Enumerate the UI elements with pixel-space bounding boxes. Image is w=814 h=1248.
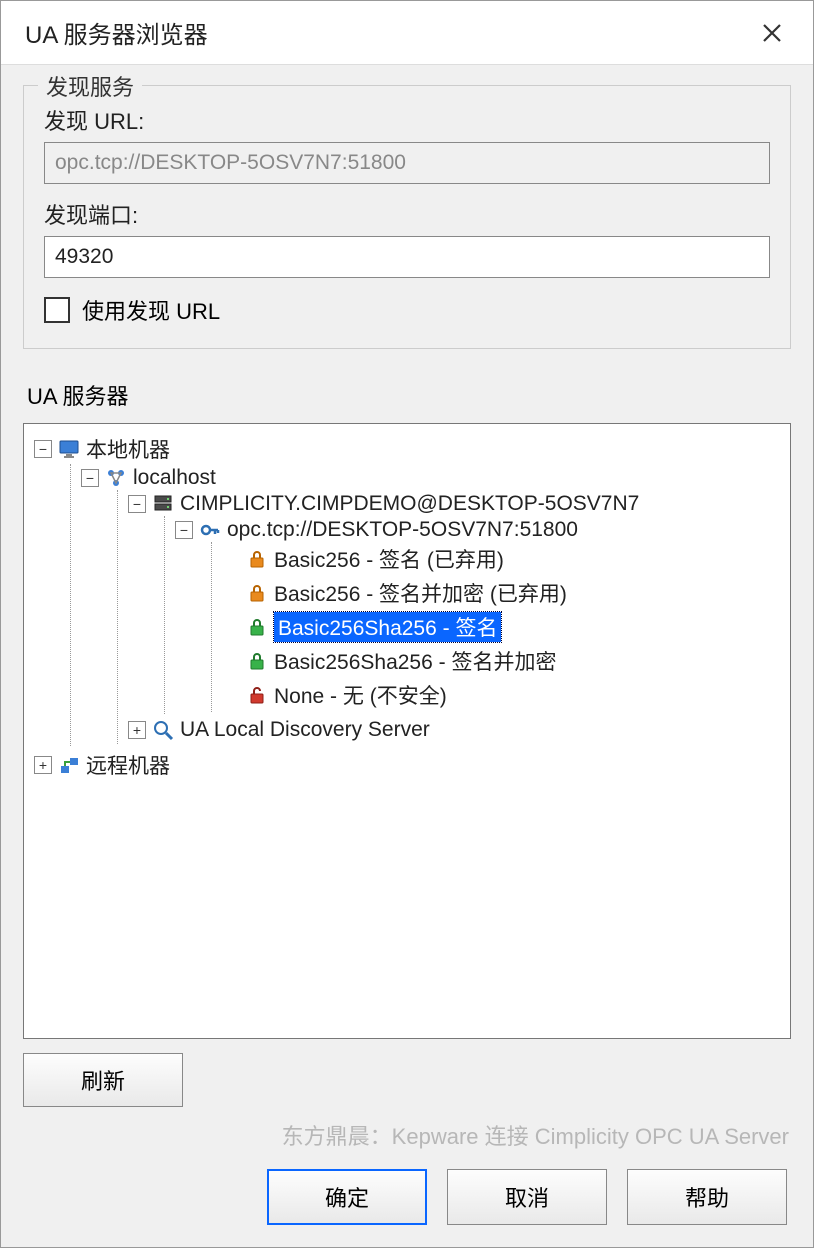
discovery-port-input[interactable] [44, 236, 770, 278]
tree-node-policy[interactable]: None - 无 (不安全) [222, 680, 780, 710]
use-discovery-url-label: 使用发现 URL [82, 294, 220, 326]
help-button[interactable]: 帮助 [627, 1169, 787, 1225]
lock-green-icon [246, 650, 268, 672]
dialog-window: UA 服务器浏览器 发现服务 发现 URL: 发现端口: 使用发现 URL UA… [0, 0, 814, 1248]
collapse-icon[interactable]: − [34, 440, 52, 458]
ua-servers-label: UA 服务器 [27, 379, 791, 411]
key-icon [199, 519, 221, 541]
server-icon [152, 493, 174, 515]
tree-node-endpoint[interactable]: − opc.tcp://DESKTOP-5OSV7N7:51800 [175, 518, 780, 542]
lock-orange-icon [246, 548, 268, 570]
discovery-fieldset: 发现服务 发现 URL: 发现端口: 使用发现 URL [23, 85, 791, 349]
tree-node-policy[interactable]: Basic256 - 签名并加密 (已弃用) [222, 578, 780, 608]
tree-node-policy-selected[interactable]: Basic256Sha256 - 签名 [222, 612, 780, 642]
network-icon [105, 467, 127, 489]
expand-icon[interactable]: + [128, 721, 146, 739]
expand-icon[interactable]: + [34, 756, 52, 774]
lock-orange-icon [246, 582, 268, 604]
tree-node-policy[interactable]: Basic256 - 签名 (已弃用) [222, 544, 780, 574]
magnify-icon [152, 719, 174, 741]
close-icon[interactable] [755, 22, 789, 44]
lock-green-icon [246, 616, 268, 638]
titlebar: UA 服务器浏览器 [1, 1, 813, 65]
tree-node-remote-machine[interactable]: + 远程机器 [34, 750, 780, 780]
window-title: UA 服务器浏览器 [25, 15, 208, 50]
tree-node-localhost[interactable]: − localhost [81, 466, 780, 490]
tree-node-cimplicity[interactable]: − CIMPLICITY.CIMPDEMO@DESKTOP-5OSV7N7 [128, 492, 780, 516]
discovery-legend: 发现服务 [38, 70, 142, 102]
dialog-buttons: 确定 取消 帮助 [1, 1151, 813, 1247]
refresh-button[interactable]: 刷新 [23, 1053, 183, 1107]
ua-servers-section: UA 服务器 − 本地机器 − [23, 379, 791, 1151]
lock-open-red-icon [246, 684, 268, 706]
discovery-url-input[interactable] [44, 142, 770, 184]
remote-icon [58, 754, 80, 776]
monitor-icon [58, 438, 80, 460]
ok-button[interactable]: 确定 [267, 1169, 427, 1225]
collapse-icon[interactable]: − [175, 521, 193, 539]
watermark-text: 东方鼎晨：Kepware 连接 Cimplicity OPC UA Server [23, 1119, 791, 1151]
collapse-icon[interactable]: − [128, 495, 146, 513]
tree-node-local-machine[interactable]: − 本地机器 [34, 434, 780, 464]
discovery-port-label: 发现端口: [44, 198, 770, 230]
use-discovery-url-checkbox[interactable] [44, 297, 70, 323]
cancel-button[interactable]: 取消 [447, 1169, 607, 1225]
tree-node-discovery-server[interactable]: + UA Local Discovery Server [128, 718, 780, 742]
collapse-icon[interactable]: − [81, 469, 99, 487]
tree-node-policy[interactable]: Basic256Sha256 - 签名并加密 [222, 646, 780, 676]
discovery-url-label: 发现 URL: [44, 104, 770, 136]
server-tree[interactable]: − 本地机器 − localhost [23, 423, 791, 1039]
